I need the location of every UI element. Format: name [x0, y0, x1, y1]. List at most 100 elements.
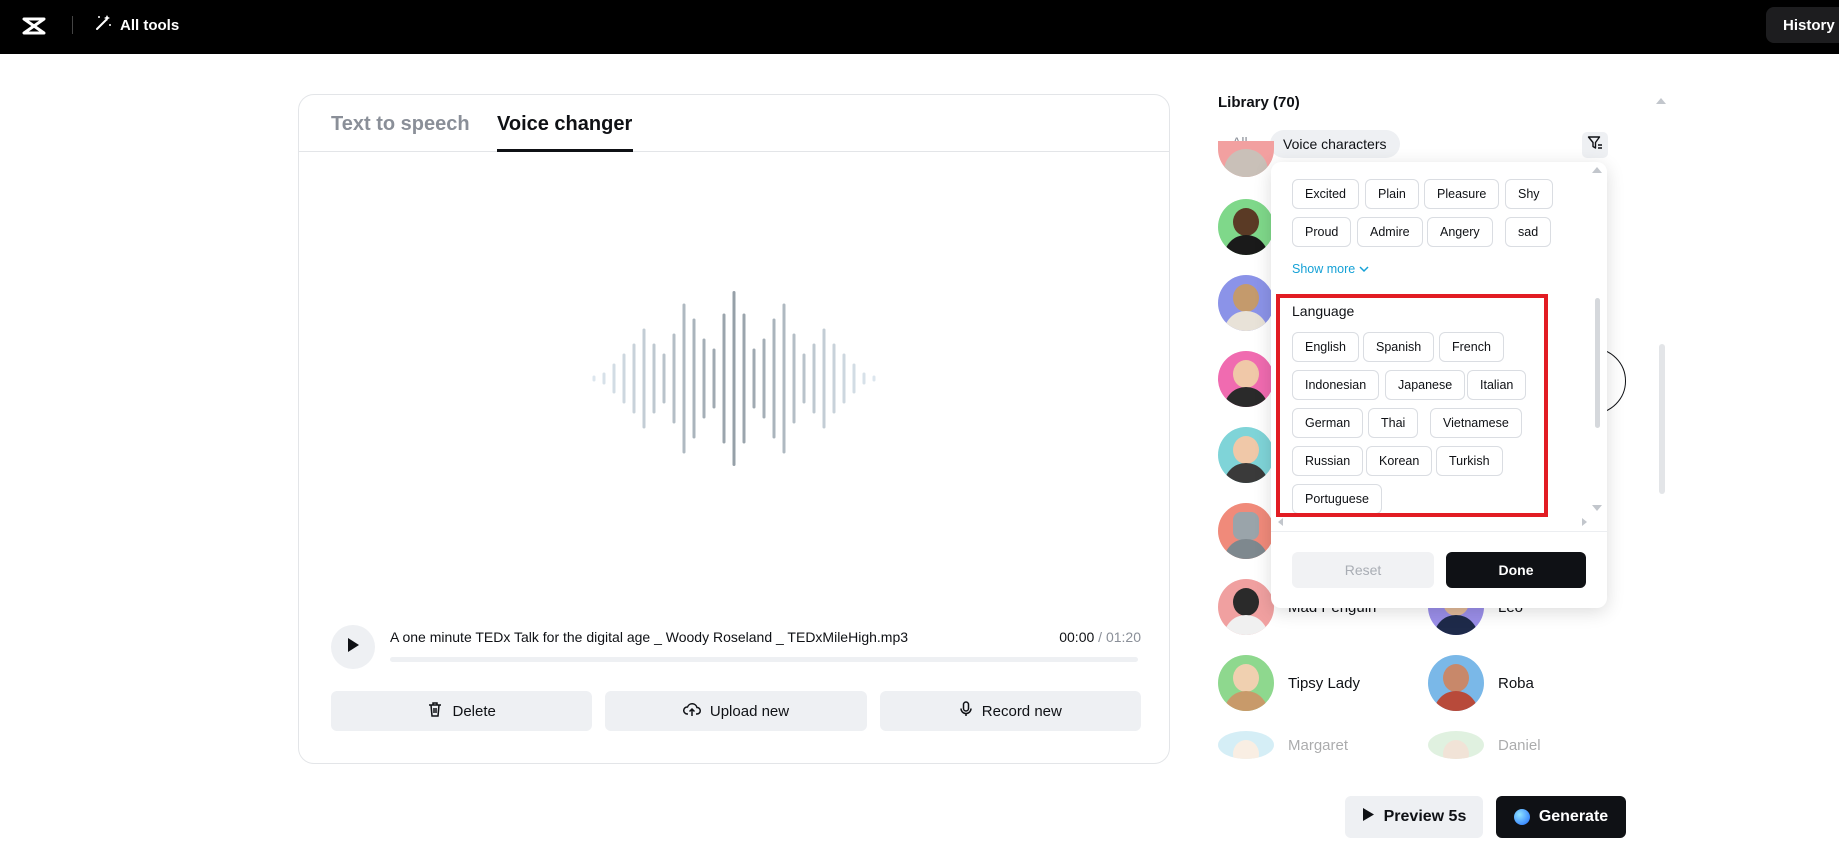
voice-card[interactable]: [1218, 351, 1274, 407]
voice-card[interactable]: Roba: [1428, 655, 1534, 711]
popup-scroll-left-icon[interactable]: [1278, 518, 1283, 526]
upload-new-button[interactable]: Upload new: [605, 691, 867, 731]
trash-icon: [427, 701, 443, 721]
voice-card[interactable]: [1218, 275, 1274, 331]
cloud-upload-icon: [682, 701, 701, 721]
top-bar: All tools History: [0, 0, 1839, 54]
tag-angery[interactable]: Angery: [1427, 217, 1493, 247]
tag-admire[interactable]: Admire: [1357, 217, 1423, 247]
tag-excited[interactable]: Excited: [1292, 179, 1359, 209]
voice-card[interactable]: [1218, 199, 1274, 255]
preview-button[interactable]: Preview 5s: [1345, 796, 1483, 838]
tag-plain[interactable]: Plain: [1365, 179, 1419, 209]
show-more-link[interactable]: Show more: [1292, 262, 1369, 276]
waveform-bar: [852, 363, 856, 394]
play-icon: [346, 637, 360, 658]
waveform-bar: [872, 375, 876, 382]
library-scrollbar[interactable]: [1659, 344, 1665, 494]
waveform-bar: [662, 353, 666, 404]
waveform-bar: [672, 333, 676, 424]
play-button[interactable]: [331, 625, 375, 669]
avatar: [1218, 141, 1274, 177]
history-button[interactable]: History: [1766, 7, 1839, 43]
voice-name: Daniel: [1498, 736, 1541, 754]
record-new-label: Record new: [981, 702, 1062, 720]
capcut-logo-icon[interactable]: [20, 12, 48, 40]
current-time: 00:00: [1059, 629, 1095, 645]
tab-voice-changer[interactable]: Voice changer: [497, 113, 632, 136]
show-more-label: Show more: [1292, 262, 1356, 276]
waveform-bar: [652, 343, 656, 414]
voice-card[interactable]: Tipsy Lady: [1218, 655, 1360, 711]
voice-card[interactable]: [1218, 427, 1274, 483]
waveform-bar: [712, 348, 716, 409]
waveform-bar: [732, 291, 736, 466]
avatar: [1428, 731, 1484, 759]
voice-card[interactable]: Margaret: [1218, 731, 1348, 759]
voice-editor-panel: Text to speech Voice changer A one minut…: [298, 94, 1170, 764]
audio-waveform: [592, 291, 876, 466]
audio-player: A one minute TEDx Talk for the digital a…: [331, 623, 1141, 671]
waveform-bar: [842, 353, 846, 404]
waveform-bar: [702, 338, 706, 419]
tag-shy[interactable]: Shy: [1505, 179, 1553, 209]
waveform-bar: [742, 313, 746, 444]
playback-time: 00:00 / 01:20: [1059, 629, 1141, 645]
playback-progress-bar[interactable]: [390, 657, 1138, 662]
filter-chip-voice-characters[interactable]: Voice characters: [1270, 130, 1400, 158]
avatar: [1218, 503, 1274, 559]
avatar: [1218, 351, 1274, 407]
waveform-bar: [642, 328, 646, 429]
avatar: [1218, 579, 1274, 635]
popup-divider: [1271, 531, 1607, 532]
library-title: Library (70): [1218, 94, 1300, 111]
voice-card[interactable]: [1218, 503, 1274, 559]
scroll-up-icon[interactable]: [1656, 98, 1666, 104]
chevron-down-icon: [1359, 262, 1369, 276]
upload-new-label: Upload new: [709, 702, 790, 720]
popup-scroll-right-icon[interactable]: [1582, 518, 1587, 526]
avatar: [1218, 655, 1274, 711]
tag-sad[interactable]: sad: [1505, 217, 1552, 247]
tag-proud[interactable]: Proud: [1292, 217, 1352, 247]
generate-button[interactable]: Generate: [1496, 796, 1626, 838]
record-new-button[interactable]: Record new: [879, 691, 1141, 731]
done-button[interactable]: Done: [1446, 552, 1586, 588]
microphone-icon: [959, 701, 973, 721]
delete-button[interactable]: Delete: [331, 691, 593, 731]
filter-icon: [1587, 135, 1603, 156]
avatar: [1218, 731, 1274, 759]
all-tools-button[interactable]: All tools: [94, 13, 179, 37]
waveform-bar: [682, 303, 686, 454]
waveform-bar: [752, 348, 756, 409]
delete-label: Delete: [452, 702, 496, 720]
popup-scroll-down-icon[interactable]: [1592, 505, 1602, 511]
voice-name: Tipsy Lady: [1288, 674, 1360, 692]
popup-scrollbar[interactable]: [1595, 298, 1600, 428]
reset-button[interactable]: Reset: [1292, 552, 1434, 588]
waveform-bar: [822, 328, 826, 429]
audio-filename: A one minute TEDx Talk for the digital a…: [390, 629, 909, 645]
language-highlight-box: [1276, 294, 1548, 517]
voice-name: Margaret: [1288, 736, 1349, 754]
waveform-bar: [592, 375, 596, 382]
popup-scroll-up-icon[interactable]: [1592, 167, 1602, 173]
waveform-bar: [862, 372, 866, 385]
avatar: [1218, 275, 1274, 331]
tag-pleasure[interactable]: Pleasure: [1424, 179, 1500, 209]
voice-card[interactable]: [1218, 141, 1274, 177]
preview-label: Preview 5s: [1383, 808, 1467, 825]
filter-button[interactable]: [1582, 132, 1608, 158]
waveform-bar: [632, 343, 636, 414]
waveform-bar: [782, 303, 786, 454]
voice-name: Roba: [1498, 674, 1534, 692]
avatar: [1218, 427, 1274, 483]
generate-orb-icon: [1513, 809, 1530, 825]
tab-text-to-speech[interactable]: Text to speech: [331, 113, 470, 136]
waveform-bar: [612, 363, 616, 394]
voice-card[interactable]: Daniel: [1428, 731, 1541, 759]
generate-label: Generate: [1538, 808, 1609, 825]
active-tab-indicator: [497, 149, 633, 152]
play-icon: [1362, 807, 1375, 827]
waveform-bar: [772, 318, 776, 439]
